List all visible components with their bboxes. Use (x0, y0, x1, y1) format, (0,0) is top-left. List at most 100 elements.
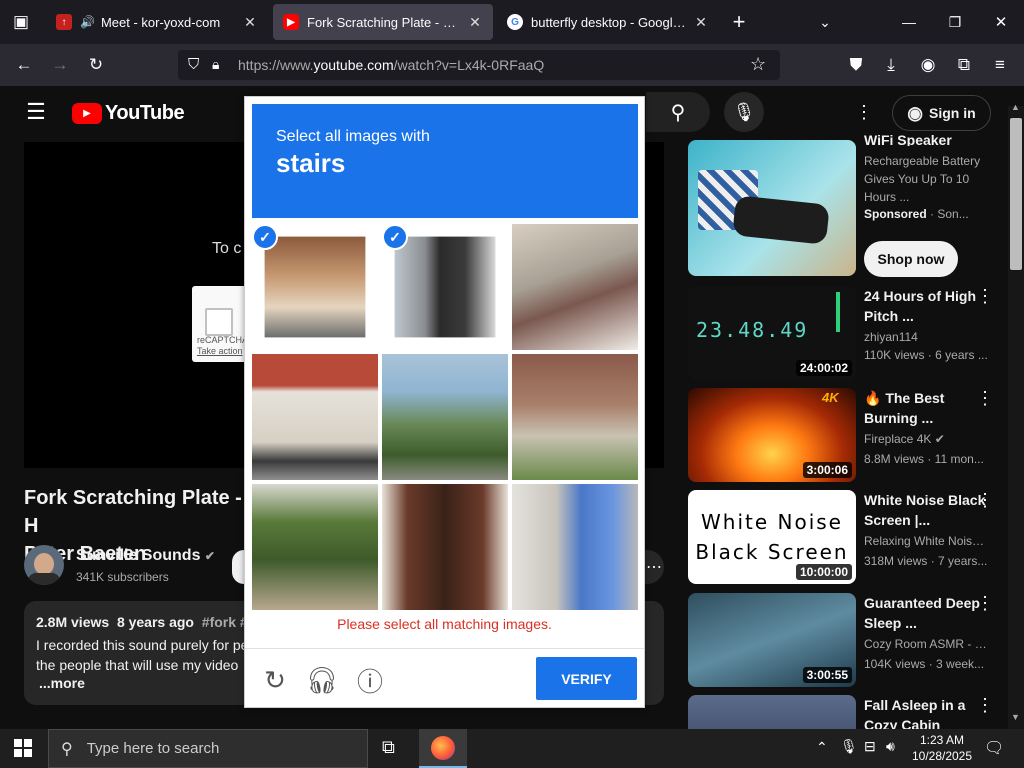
channel-avatar[interactable] (24, 545, 64, 585)
close-window-icon[interactable]: ✕ (988, 9, 1014, 35)
video-menu-icon[interactable]: ⋮ (976, 593, 994, 614)
channel-name[interactable]: Sunville Sounds ✔ (76, 547, 215, 565)
reload-icon[interactable]: ↻ (83, 52, 109, 78)
shield-icon[interactable]: ⛉ (188, 56, 199, 73)
upload-age: 8 years ago (116, 614, 194, 630)
tab-overview-icon[interactable]: ▣ (8, 9, 34, 35)
captcha-tile[interactable] (382, 354, 508, 480)
lock-icon[interactable]: 🔒︎ (212, 56, 219, 73)
forward-icon[interactable]: → (47, 52, 73, 78)
ad-sponsor-line: Sponsored · Son... (864, 207, 969, 221)
video-menu-icon[interactable]: ⋮ (976, 388, 994, 409)
captcha-tile[interactable]: ✓ (252, 224, 378, 350)
back-icon[interactable]: ← (11, 52, 37, 78)
recaptcha-checkbox[interactable] (205, 308, 233, 336)
ad-title[interactable]: WiFi Speaker (864, 130, 988, 146)
show-hidden-icons-icon[interactable]: ⌃ (816, 739, 828, 756)
task-view-icon[interactable]: ⧉ (382, 737, 395, 758)
captcha-tile[interactable] (512, 224, 638, 350)
sidebar-video[interactable]: 4K 3:00:06 🔥 The Best Burning ... Firepl… (688, 388, 1008, 484)
ad-thumbnail[interactable] (688, 140, 856, 276)
notifications-icon[interactable]: 🗨︎ (984, 738, 1004, 758)
channel-name-text: Sunville Sounds (76, 547, 201, 564)
captcha-tile[interactable] (382, 484, 508, 610)
volume-icon[interactable]: 🔊︎ (886, 738, 895, 755)
video-title[interactable]: Guaranteed Deep Sleep ... (864, 593, 988, 633)
scrollbar-thumb[interactable] (1010, 118, 1022, 270)
sign-in-button[interactable]: ◉ Sign in (892, 95, 991, 131)
downloads-icon[interactable]: ⤓ (878, 52, 904, 78)
video-thumbnail[interactable]: 23.48.49 24:00:02 (688, 286, 856, 380)
info-icon[interactable]: ⓘ (354, 664, 386, 697)
selected-check-icon: ✓ (382, 224, 408, 250)
sidebar-video[interactable]: 23.48.49 24:00:02 24 Hours of High Pitch… (688, 286, 1008, 382)
url-text[interactable]: https://www.youtube.com/watch?v=Lx4k-0RF… (238, 57, 544, 73)
tab-youtube[interactable]: ▶ Fork Scratching Plate - House-H ✕ (273, 4, 493, 40)
captcha-tile[interactable] (252, 354, 378, 480)
video-title[interactable]: Fall Asleep in a Cozy Cabin (864, 695, 988, 729)
pocket-icon[interactable]: ⛊ (843, 52, 869, 78)
audio-playing-icon[interactable]: 🔊 (80, 15, 95, 29)
bookmark-star-icon[interactable]: ☆ (750, 54, 766, 75)
sidebar-video[interactable]: 3:00:55 Guaranteed Deep Sleep ... Cozy R… (688, 593, 1008, 689)
taskbar-clock[interactable]: 1:23 AM 10/28/2025 (910, 732, 974, 764)
recaptcha-widget[interactable]: reCAPTCHA Take action (192, 286, 252, 362)
video-title[interactable]: 24 Hours of High Pitch ... (864, 286, 988, 326)
tab-google[interactable]: G butterfly desktop - Google Sear ✕ (497, 4, 719, 40)
close-tab-icon[interactable]: ✕ (242, 14, 258, 31)
video-channel[interactable]: Relaxing White Noise... (864, 534, 988, 548)
url-bar[interactable]: ⛉ 🔒︎ https://www.youtube.com/watch?v=Lx4… (178, 50, 780, 80)
verify-button[interactable]: VERIFY (536, 657, 637, 700)
new-tab-button[interactable]: + (726, 9, 752, 35)
sidebar-video[interactable]: White Noise Black Screen 10:00:00 White … (688, 490, 1008, 586)
video-thumbnail[interactable]: White Noise Black Screen 10:00:00 (688, 490, 856, 584)
maximize-icon[interactable]: ❐ (942, 9, 968, 35)
scroll-down-icon[interactable]: ▼ (1011, 712, 1020, 722)
list-all-tabs-icon[interactable]: ⌄ (812, 9, 838, 35)
search-button[interactable]: ⚲ (646, 92, 710, 132)
close-tab-icon[interactable]: ✕ (467, 14, 483, 31)
recaptcha-take-action-link[interactable]: Take action (197, 346, 243, 356)
captcha-tile[interactable] (512, 484, 638, 610)
sidebar-video[interactable]: Fall Asleep in a Cozy Cabin ⋮ (688, 695, 1008, 729)
show-more-link[interactable]: ...more (39, 675, 85, 691)
taskbar-firefox[interactable] (419, 729, 467, 768)
video-channel[interactable]: Cozy Room ASMR - S... (864, 637, 988, 651)
video-channel[interactable]: zhiyan114 (864, 330, 988, 344)
captcha-tile[interactable] (252, 484, 378, 610)
more-actions-icon[interactable]: ⋯ (644, 550, 664, 584)
audio-challenge-icon[interactable]: 🎧︎ (306, 664, 339, 696)
video-menu-icon[interactable]: ⋮ (976, 286, 994, 307)
video-thumbnail[interactable]: 4K 3:00:06 (688, 388, 856, 482)
app-menu-icon[interactable]: ≡ (987, 52, 1013, 78)
captcha-tile[interactable]: ✓ (382, 224, 508, 350)
extensions-icon[interactable]: ⧉ (951, 52, 977, 78)
close-tab-icon[interactable]: ✕ (693, 14, 709, 31)
voice-search-button[interactable]: 🎙︎ (724, 92, 764, 132)
captcha-tile[interactable] (512, 354, 638, 480)
video-title[interactable]: White Noise Black Screen |... (864, 490, 988, 530)
taskbar-search-box[interactable]: ⚲ Type here to search (48, 729, 368, 768)
subscribe-button-edge[interactable] (232, 550, 244, 584)
microphone-icon[interactable]: 🎙︎ (840, 738, 858, 755)
video-thumbnail[interactable]: 3:00:55 (688, 593, 856, 687)
account-icon[interactable]: ◉ (915, 52, 941, 78)
scrollbar-track[interactable]: ▲ ▼ (1008, 102, 1024, 729)
shop-now-button[interactable]: Shop now (864, 241, 958, 277)
video-menu-icon[interactable]: ⋮ (976, 490, 994, 511)
video-menu-icon[interactable]: ⋮ (976, 695, 994, 716)
youtube-logo[interactable]: ▶ YouTube (72, 102, 185, 125)
video-thumbnail[interactable] (688, 695, 856, 729)
hamburger-menu-icon[interactable]: ☰ (24, 99, 48, 124)
network-icon[interactable]: ⊟ (864, 738, 876, 755)
sidebar-ad[interactable]: WiFi Speaker Rechargeable Battery Gives … (688, 132, 1008, 286)
tab-meet[interactable]: ↑ 🔊 Meet - kor-yoxd-com ✕ (46, 4, 268, 40)
windows-start-icon[interactable] (14, 739, 32, 757)
scroll-up-icon[interactable]: ▲ (1011, 102, 1020, 112)
video-title[interactable]: 🔥 The Best Burning ... (864, 388, 988, 428)
refresh-icon[interactable]: ↻ (259, 664, 291, 696)
minimize-icon[interactable]: — (896, 9, 922, 35)
recaptcha-label: reCAPTCHA (197, 335, 249, 345)
video-channel[interactable]: Fireplace 4K ✔ (864, 432, 988, 446)
settings-menu-icon[interactable]: ⋮ (855, 100, 873, 124)
